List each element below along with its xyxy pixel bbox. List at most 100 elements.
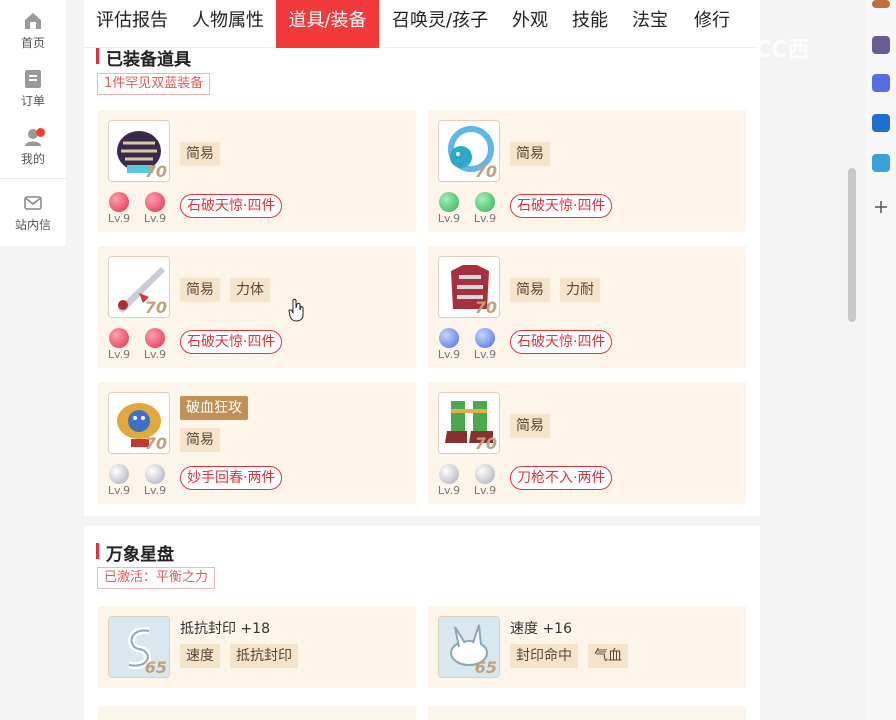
equipment-card[interactable]: 70 简易 Lv.9 Lv.9 石破天惊·四件 xyxy=(428,110,746,232)
item-icon: 70 xyxy=(438,120,500,182)
gem-level: Lv.9 xyxy=(143,212,167,225)
item-level: 65 xyxy=(144,658,167,677)
sidebar-divider xyxy=(0,178,66,179)
starboard-badge: 已激活：平衡之力 xyxy=(97,567,216,589)
gem-slot: Lv.9 xyxy=(104,464,134,497)
set-tag: 石破天惊·四件 xyxy=(510,194,613,218)
star-attr: 速度 +16 xyxy=(510,621,572,637)
gem-slot: Lv.9 xyxy=(104,192,134,225)
add-icon[interactable] xyxy=(872,198,890,216)
tab-attributes[interactable]: 人物属性 xyxy=(192,0,264,48)
gem-slot: Lv.9 xyxy=(470,328,500,361)
section-divider xyxy=(84,516,760,526)
tab-cultivation[interactable]: 修行 xyxy=(694,0,730,48)
item-level: 70 xyxy=(474,162,497,181)
item-chip: 力耐 xyxy=(560,278,600,302)
left-sidebar: 首页 订单 我的 站内信 xyxy=(0,0,66,246)
extension-icon[interactable] xyxy=(872,0,890,8)
star-card[interactable]: 65 速度 +16 封印命中 气血 xyxy=(428,606,746,688)
item-chip: 简易 xyxy=(180,278,220,302)
star-card[interactable] xyxy=(428,706,746,720)
gem-slot: Lv.9 xyxy=(104,328,134,361)
sidebar-item-label: 我的 xyxy=(20,152,45,166)
send-icon[interactable] xyxy=(872,154,890,172)
watermark: CC西 xyxy=(755,38,810,63)
item-icon: 65 xyxy=(438,616,500,678)
gem-level: Lv.9 xyxy=(143,348,167,361)
item-chip: 简易 xyxy=(180,142,220,166)
gem-icon xyxy=(439,328,459,348)
gem-slot: Lv.9 xyxy=(470,464,500,497)
set-tag: 刀枪不入·两件 xyxy=(510,466,613,490)
gem-icon xyxy=(439,464,459,484)
equipment-card[interactable]: 70 简易 力耐 Lv.9 Lv.9 石破天惊·四件 xyxy=(428,246,746,368)
mail-icon xyxy=(24,196,42,210)
hand-cursor-icon xyxy=(288,298,304,322)
gem-icon xyxy=(475,328,495,348)
tab-treasure[interactable]: 法宝 xyxy=(632,0,668,48)
gem-slot: Lv.9 xyxy=(434,328,464,361)
item-icon: 70 xyxy=(438,392,500,454)
tab-equipment[interactable]: 道具/装备 xyxy=(276,0,379,48)
tab-skills[interactable]: 技能 xyxy=(572,0,608,48)
equipment-card[interactable]: 70 简易 Lv.9 Lv.9 石破天惊·四件 xyxy=(98,110,416,232)
gem-icon xyxy=(475,464,495,484)
extension-icon[interactable] xyxy=(872,74,890,92)
set-tag: 妙手回春·两件 xyxy=(180,466,283,490)
right-extension-rail xyxy=(866,0,896,720)
app-page: 首页 订单 我的 站内信 评估报告 人物属性 道具/装备 召唤灵/孩子 外观 技… xyxy=(0,0,896,720)
sidebar-item-mine[interactable]: 我的 xyxy=(0,126,66,167)
extension-icon[interactable] xyxy=(872,36,890,54)
gem-slot: Lv.9 xyxy=(434,464,464,497)
item-chip: 力体 xyxy=(230,278,270,302)
scrollbar-thumb[interactable] xyxy=(848,168,856,322)
outlook-icon[interactable] xyxy=(872,114,890,132)
gem-level: Lv.9 xyxy=(473,212,497,225)
item-icon: 70 xyxy=(108,256,170,318)
item-icon: 70 xyxy=(108,392,170,454)
item-level: 70 xyxy=(144,298,167,317)
gem-icon xyxy=(145,192,165,212)
star-card[interactable] xyxy=(98,706,416,720)
sidebar-item-label: 订单 xyxy=(20,94,45,108)
tab-bar: 评估报告 人物属性 道具/装备 召唤灵/孩子 外观 技能 法宝 修行 xyxy=(84,0,760,48)
star-card[interactable]: 65 抵抗封印 +18 速度 抵抗封印 xyxy=(98,606,416,688)
item-chip: 简易 xyxy=(180,428,220,452)
gem-slot: Lv.9 xyxy=(470,192,500,225)
gem-level: Lv.9 xyxy=(437,484,461,497)
sidebar-item-messages[interactable]: 站内信 xyxy=(0,192,66,233)
item-chip: 简易 xyxy=(510,142,550,166)
gem-slot: Lv.9 xyxy=(434,192,464,225)
gem-icon xyxy=(145,328,165,348)
sidebar-item-orders[interactable]: 订单 xyxy=(0,68,66,109)
item-icon: 65 xyxy=(108,616,170,678)
item-chip: 封印命中 xyxy=(510,644,578,668)
equipment-card[interactable]: 70 简易 Lv.9 Lv.9 刀枪不入·两件 xyxy=(428,382,746,504)
item-level: 70 xyxy=(144,162,167,181)
item-chip: 气血 xyxy=(588,644,628,668)
item-chip: 抵抗封印 xyxy=(230,644,298,668)
star-attr: 抵抗封印 +18 xyxy=(180,621,270,637)
equipped-badge: 1件罕见双蓝装备 xyxy=(97,73,211,95)
gem-slot: Lv.9 xyxy=(140,328,170,361)
item-level: 70 xyxy=(144,434,167,453)
sidebar-item-home[interactable]: 首页 xyxy=(0,10,66,51)
gem-level: Lv.9 xyxy=(107,484,131,497)
equipment-card[interactable]: 70 破血狂攻 简易 Lv.9 Lv.9 妙手回春·两件 xyxy=(98,382,416,504)
gem-level: Lv.9 xyxy=(107,212,131,225)
gem-icon xyxy=(109,192,129,212)
item-chip-special: 破血狂攻 xyxy=(180,396,248,420)
notification-dot xyxy=(36,128,45,137)
gem-slot: Lv.9 xyxy=(140,192,170,225)
gem-slot: Lv.9 xyxy=(140,464,170,497)
tab-summons[interactable]: 召唤灵/孩子 xyxy=(392,0,488,48)
tab-report[interactable]: 评估报告 xyxy=(96,0,168,48)
tab-appearance[interactable]: 外观 xyxy=(512,0,548,48)
equipment-card[interactable]: 70 简易 力体 Lv.9 Lv.9 石破天惊·四件 xyxy=(98,246,416,368)
gem-icon xyxy=(109,464,129,484)
gem-level: Lv.9 xyxy=(473,348,497,361)
set-tag: 石破天惊·四件 xyxy=(180,330,283,354)
gem-level: Lv.9 xyxy=(107,348,131,361)
gem-level: Lv.9 xyxy=(437,348,461,361)
gem-icon xyxy=(475,192,495,212)
